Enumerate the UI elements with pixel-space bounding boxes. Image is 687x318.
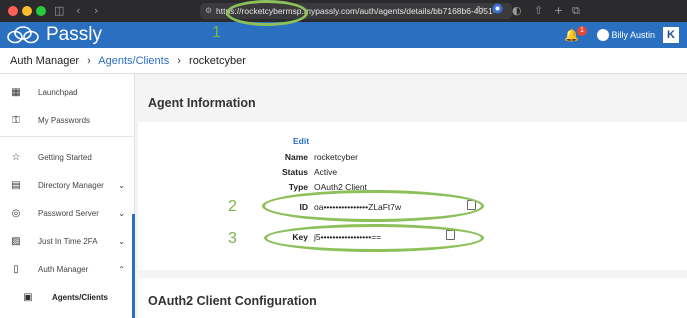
oauth2-config-card: OAuth2 Client Configuration	[138, 278, 687, 318]
sidebar-divider	[0, 136, 135, 137]
reload-icon[interactable]: ↻	[476, 3, 484, 19]
site-settings-icon[interactable]: ⚙	[205, 3, 212, 19]
fingerprint-icon: ◎	[11, 208, 21, 219]
sidebar-item-password-server[interactable]: ◎ Password Server ⌄	[0, 202, 135, 226]
sidebar-item-label: Directory Manager	[38, 181, 104, 190]
name-value: rocketcyber	[314, 152, 358, 162]
breadcrumb-separator: ›	[177, 55, 181, 67]
breadcrumb-current: rocketcyber	[189, 55, 246, 67]
annotation-number-1: 1	[212, 24, 221, 41]
annotation-oval-key	[264, 224, 484, 252]
bell-icon[interactable]: 🔔	[564, 22, 579, 48]
sidebar-item-my-passwords[interactable]: ⚿ My Passwords	[0, 109, 135, 133]
breadcrumb-section[interactable]: Agents/Clients	[98, 55, 169, 67]
grid-icon: ▦	[11, 87, 21, 98]
annotation-oval-url	[226, 0, 308, 26]
kaseya-app-icon[interactable]: K	[663, 27, 679, 43]
sidebar-item-label: Launchpad	[38, 88, 78, 97]
sidebar: ▦ Launchpad ⚿ My Passwords ☆ Getting Sta…	[0, 74, 135, 318]
user-avatar-icon[interactable]	[597, 29, 609, 41]
user-name[interactable]: Billy Austin	[611, 22, 655, 48]
zoom-window-dot[interactable]	[36, 6, 46, 16]
minimize-window-dot[interactable]	[22, 6, 32, 16]
notification-badge: 1	[577, 26, 587, 36]
tab-overview-icon[interactable]: ⧉	[572, 3, 580, 19]
sidebar-item-label: Auth Manager	[38, 265, 89, 274]
shield-icon[interactable]: ◐	[512, 3, 522, 19]
sidebar-item-launchpad[interactable]: ▦ Launchpad	[0, 81, 135, 105]
id-card-icon: ▨	[11, 236, 21, 247]
sidebar-toggle-icon[interactable]: ◫	[54, 3, 64, 19]
sidebar-item-label: Just In Time 2FA	[38, 237, 98, 246]
sidebar-item-just-in-time-2fa[interactable]: ▨ Just In Time 2FA ⌄	[0, 230, 135, 254]
brand-name: Passly	[46, 24, 102, 45]
breadcrumb: Auth Manager › Agents/Clients › rocketcy…	[0, 48, 687, 74]
annotation-oval-id	[262, 190, 484, 222]
chevron-down-icon[interactable]: ⌄	[118, 174, 125, 198]
mobile-icon: ▯	[13, 264, 19, 275]
type-label: Type	[288, 182, 308, 192]
sidebar-item-directory-manager[interactable]: ▤ Directory Manager ⌄	[0, 174, 135, 198]
sidebar-item-label: Password Server	[38, 209, 99, 218]
sidebar-item-label: Getting Started	[38, 153, 92, 162]
sidebar-item-getting-started[interactable]: ☆ Getting Started	[0, 146, 135, 170]
annotation-number-2: 2	[228, 198, 237, 215]
directory-icon: ▤	[11, 180, 21, 191]
forward-icon[interactable]: ›	[94, 3, 98, 19]
lock-icon: ⚿	[12, 115, 20, 126]
browser-toolbar: ◫ ‹ › ⚙ https://rocketcybermsp.mypassly.…	[0, 0, 687, 22]
app-header: Passly 🔔 1 Billy Austin K	[0, 22, 687, 48]
section-title: OAuth2 Client Configuration	[148, 294, 317, 308]
annotation-number-3: 3	[228, 230, 237, 247]
sidebar-item-auth-manager[interactable]: ▯ Auth Manager ⌃	[0, 258, 135, 282]
passly-logo-icon	[7, 26, 39, 44]
sidebar-item-label: My Passwords	[38, 116, 91, 125]
chevron-up-icon[interactable]: ⌃	[118, 258, 125, 282]
chevron-down-icon[interactable]: ⌄	[118, 230, 125, 254]
star-icon: ☆	[11, 152, 21, 163]
status-label: Status	[282, 167, 308, 177]
back-icon[interactable]: ‹	[76, 3, 80, 19]
chevron-down-icon[interactable]: ⌄	[118, 202, 125, 226]
new-tab-icon[interactable]: +	[554, 3, 563, 19]
extension-icon[interactable]	[492, 3, 503, 19]
sidebar-scrollbar[interactable]	[132, 214, 135, 318]
devices-icon: ▣	[23, 292, 33, 303]
breadcrumb-root[interactable]: Auth Manager	[10, 55, 79, 67]
share-icon[interactable]: ⇧	[534, 3, 543, 19]
edit-link[interactable]: Edit	[293, 136, 309, 146]
breadcrumb-separator: ›	[87, 55, 91, 67]
page-title: Agent Information	[148, 96, 256, 110]
close-window-dot[interactable]	[8, 6, 18, 16]
name-label: Name	[284, 152, 308, 162]
status-value: Active	[314, 167, 338, 177]
sidebar-item-label: Agents/Clients	[52, 293, 109, 302]
sidebar-item-agents-clients[interactable]: ▣ Agents/Clients	[0, 286, 135, 310]
